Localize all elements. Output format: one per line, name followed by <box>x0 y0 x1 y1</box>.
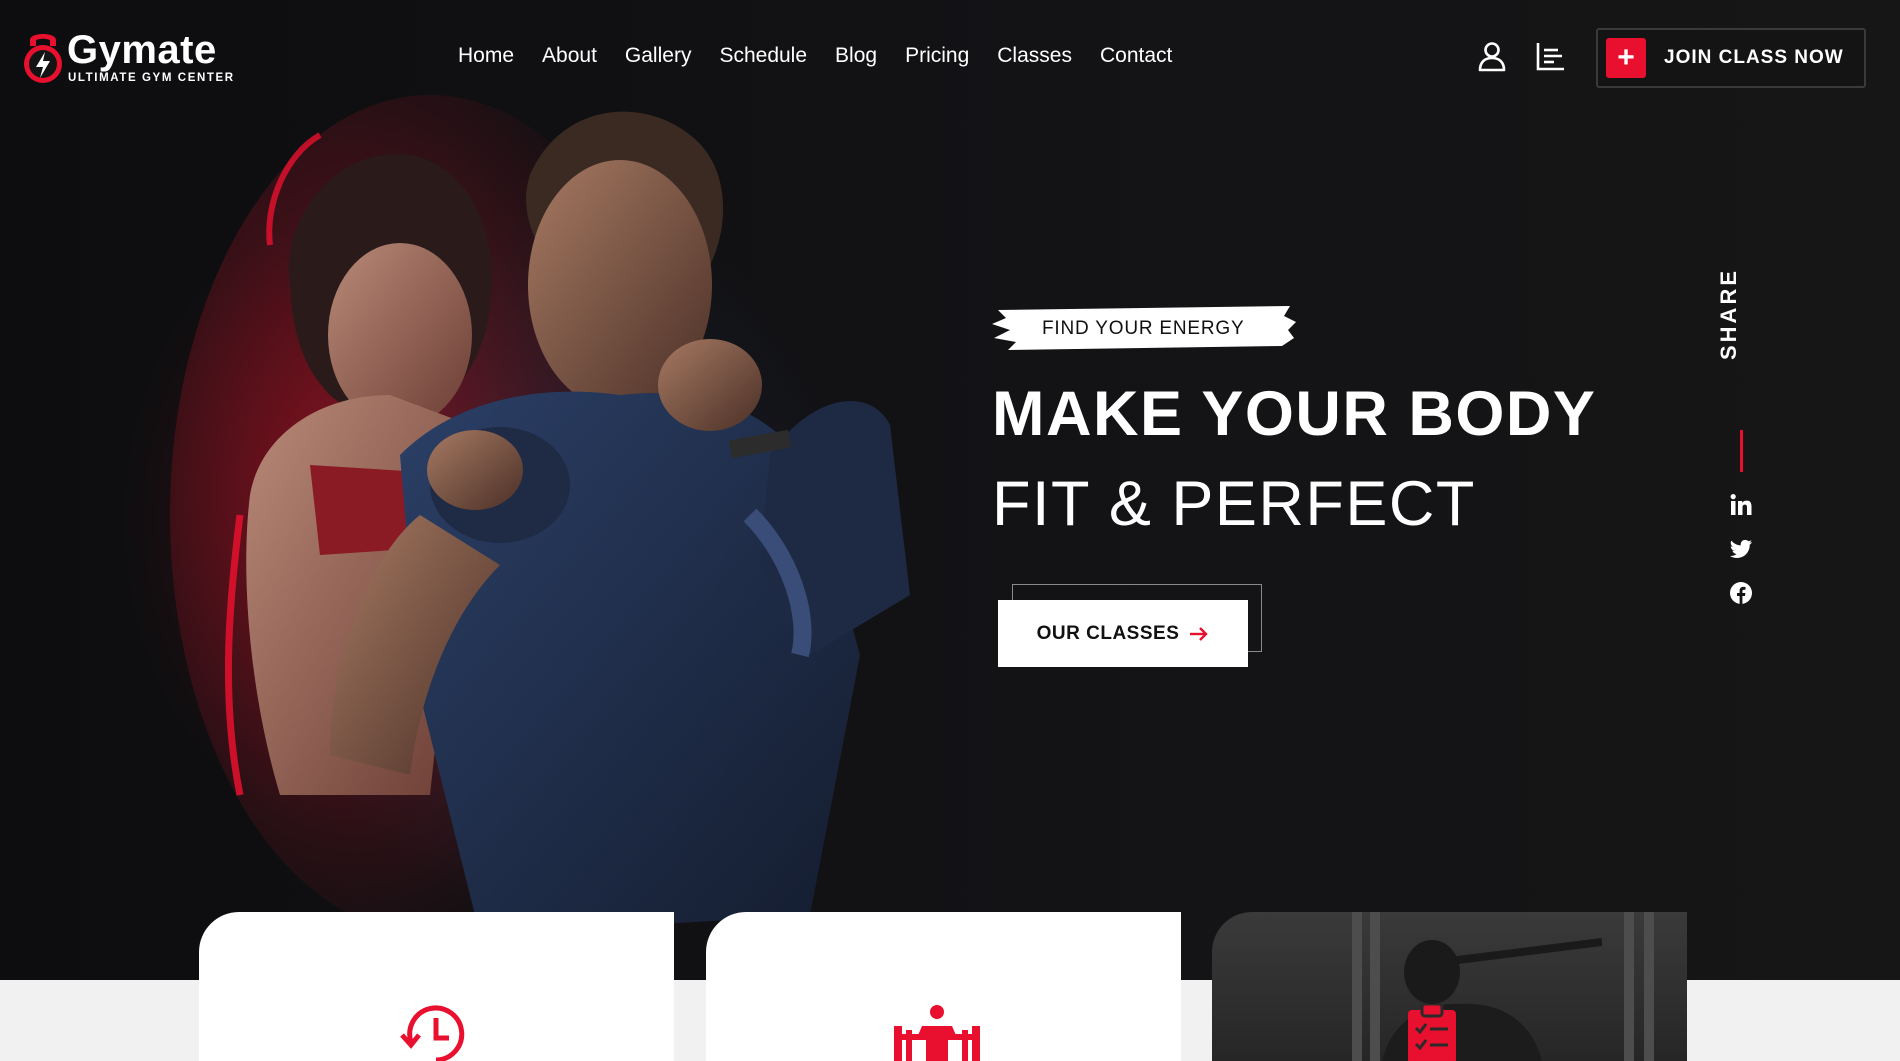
nav-item-about[interactable]: About <box>528 44 611 68</box>
our-classes-label: OUR CLASSES <box>1036 622 1180 644</box>
background-bar <box>1352 912 1362 1061</box>
linkedin-icon[interactable] <box>1728 492 1754 518</box>
hero-athletes-image <box>170 95 910 935</box>
brand-tagline: ULTIMATE GYM CENTER <box>68 72 235 84</box>
user-icon[interactable] <box>1476 40 1508 72</box>
background-bar <box>1644 912 1654 1061</box>
weightlifter-icon <box>894 1005 980 1061</box>
nav-item-home[interactable]: Home <box>450 44 528 68</box>
feature-card[interactable] <box>1212 912 1687 1061</box>
nav-item-contact[interactable]: Contact <box>1086 44 1186 68</box>
nav-item-pricing[interactable]: Pricing <box>891 44 983 68</box>
background-bar <box>1624 912 1634 1061</box>
background-bar <box>1370 912 1380 1061</box>
hero-section <box>0 0 1900 980</box>
main-nav: Home About Gallery Schedule Blog Pricing… <box>450 44 1186 68</box>
arrow-right-icon <box>1190 626 1209 641</box>
hero-headline-bold: MAKE YOUR BODY <box>992 379 1597 449</box>
share-divider <box>1740 430 1743 472</box>
brand-logo[interactable]: Gymate ULTIMATE GYM CENTER <box>20 28 240 88</box>
join-class-label: JOIN CLASS NOW <box>1664 47 1844 68</box>
share-label: SHARE <box>1716 267 1741 360</box>
plus-icon: + <box>1606 38 1646 78</box>
nav-item-gallery[interactable]: Gallery <box>611 44 706 68</box>
our-classes-button[interactable]: OUR CLASSES <box>998 600 1248 667</box>
nav-item-schedule[interactable]: Schedule <box>705 44 821 68</box>
site-header: Gymate ULTIMATE GYM CENTER Home About Ga… <box>0 0 1900 115</box>
brand-name: Gymate <box>67 28 217 72</box>
clipboard-checklist-icon <box>1408 1004 1456 1061</box>
hero-tagline: FIND YOUR ENERGY <box>1042 318 1245 339</box>
clock-history-icon <box>400 1005 465 1061</box>
feature-card[interactable] <box>706 912 1181 1061</box>
facebook-icon[interactable] <box>1728 580 1754 606</box>
hero-headline-light: FIT & PERFECT <box>992 469 1476 539</box>
sidebar-menu-icon[interactable] <box>1534 40 1566 72</box>
nav-item-classes[interactable]: Classes <box>983 44 1086 68</box>
feature-card[interactable] <box>199 912 674 1061</box>
join-class-button[interactable]: + JOIN CLASS NOW <box>1596 28 1866 88</box>
kettlebell-logo-icon <box>24 34 62 83</box>
twitter-icon[interactable] <box>1728 536 1754 562</box>
nav-item-blog[interactable]: Blog <box>821 44 891 68</box>
